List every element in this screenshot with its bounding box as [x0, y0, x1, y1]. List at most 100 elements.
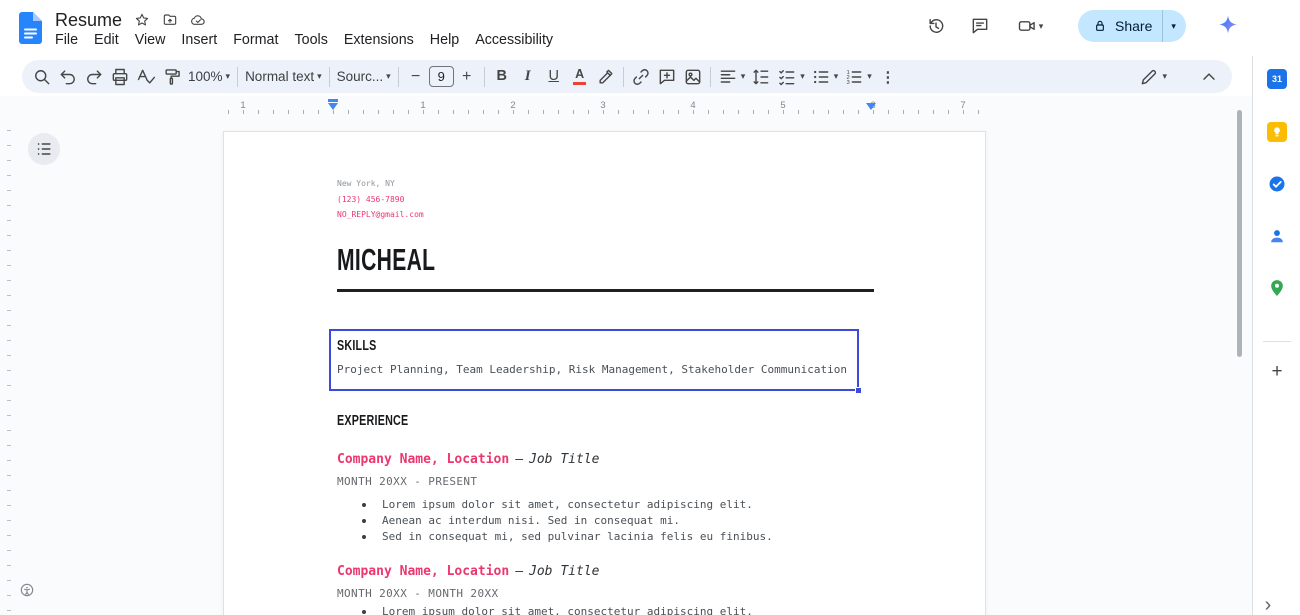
share-dropdown-button[interactable]: ▾ [1163, 10, 1186, 42]
hide-menus-button[interactable] [1196, 64, 1222, 90]
tasks-button[interactable] [1266, 173, 1288, 195]
comment-icon [972, 18, 988, 34]
image-icon [685, 69, 701, 84]
toolbar-separator [328, 66, 330, 87]
underline-button[interactable]: U [541, 64, 567, 90]
comments-button[interactable] [962, 8, 998, 44]
company-name[interactable]: Company Name, Location [337, 452, 509, 467]
job-title[interactable]: Job Title [529, 452, 599, 467]
font-family-select[interactable]: Sourc... ▾ [334, 64, 394, 90]
left-indent-marker[interactable] [328, 99, 338, 110]
line-spacing-button[interactable] [748, 64, 774, 90]
job-dates[interactable]: MONTH 20XX - PRESENT [337, 475, 477, 488]
spellcheck-icon [137, 69, 156, 84]
document-status-button[interactable] [190, 12, 206, 28]
insert-link-button[interactable] [628, 64, 654, 90]
meet-button[interactable]: ▾ [1006, 8, 1054, 44]
menu-file[interactable]: File [47, 29, 86, 51]
horizontal-ruler[interactable]: 1 1 2 3 4 5 6 7 [0, 99, 1252, 114]
maps-button[interactable] [1266, 277, 1288, 299]
menu-edit[interactable]: Edit [86, 29, 127, 51]
skills-heading[interactable]: SKILLS [337, 338, 722, 354]
company-name[interactable]: Company Name, Location [337, 564, 509, 579]
contact-block[interactable]: New York, NY (123) 456-7890 NO_REPLY@gma… [337, 176, 424, 223]
paragraph-style-select[interactable]: Normal text ▾ [242, 64, 325, 90]
resume-name-heading[interactable]: MICHEAL [337, 242, 435, 278]
get-add-ons-button[interactable]: + [1266, 360, 1288, 382]
bullet-item[interactable]: Lorem ipsum dolor sit amet, consectetur … [361, 497, 773, 513]
cloud-saved-icon [191, 15, 205, 25]
selection-box[interactable]: SKILLS Project Planning, Team Leadership… [329, 329, 862, 394]
add-comment-button[interactable] [654, 64, 680, 90]
increase-font-size-button[interactable]: + [454, 64, 480, 90]
toolbar: 100% ▾ Normal text ▾ Sourc... ▾ − 9 + B … [22, 60, 1232, 93]
document-page[interactable]: New York, NY (123) 456-7890 NO_REPLY@gma… [223, 131, 986, 615]
more-options-button[interactable]: ⋮ [875, 64, 901, 90]
spell-check-button[interactable] [133, 64, 159, 90]
job-heading[interactable]: Company Name, Location — Job Title [337, 452, 599, 468]
bullet-item[interactable]: Sed in consequat mi, sed pulvinar lacini… [361, 529, 773, 545]
menu-accessibility[interactable]: Accessibility [467, 29, 561, 51]
contacts-button[interactable] [1266, 225, 1288, 247]
paint-format-button[interactable] [159, 64, 185, 90]
contact-phone[interactable]: (123) 456-7890 [337, 192, 424, 208]
bold-button[interactable]: B [489, 64, 515, 90]
text-color-button[interactable]: A [567, 64, 593, 90]
hide-side-panel-button[interactable]: › [1257, 594, 1279, 615]
numbered-list-select[interactable]: 1 2 3 ▾ [841, 64, 875, 90]
redo-button[interactable] [81, 64, 107, 90]
vertical-scrollbar[interactable] [1237, 110, 1242, 357]
checklist-select[interactable]: ▾ [774, 64, 808, 90]
selection-resize-handle[interactable] [855, 387, 862, 394]
menu-extensions[interactable]: Extensions [336, 29, 422, 51]
move-button[interactable] [162, 12, 178, 28]
align-select[interactable]: ▾ [715, 64, 749, 90]
plus-icon: + [462, 67, 472, 85]
bullet-item[interactable]: Lorem ipsum dolor sit amet, consectetur … [361, 604, 753, 615]
toolbar-separator [237, 66, 239, 87]
decrease-font-size-button[interactable]: − [403, 64, 429, 90]
editing-mode-select[interactable]: ▾ [1136, 64, 1170, 90]
vertical-ruler[interactable] [0, 118, 14, 615]
contact-email[interactable]: NO_REPLY@gmail.com [337, 207, 424, 223]
menu-help[interactable]: Help [422, 29, 467, 51]
numbered-list-icon: 1 2 3 [847, 70, 862, 86]
calendar-button[interactable]: 31 [1266, 68, 1288, 90]
menu-view[interactable]: View [127, 29, 174, 51]
menu-insert[interactable]: Insert [173, 29, 225, 51]
menu-format[interactable]: Format [225, 29, 286, 51]
highlight-color-button[interactable] [593, 64, 619, 90]
tasks-icon [1269, 176, 1285, 192]
version-history-button[interactable] [918, 8, 954, 44]
bulleted-list-select[interactable]: ▾ [808, 64, 842, 90]
show-outline-button[interactable] [28, 133, 60, 165]
gemini-button[interactable] [1210, 8, 1246, 44]
ruler-number: 5 [780, 100, 786, 111]
font-size-input[interactable]: 9 [428, 66, 454, 87]
bullet-item[interactable]: Aenean ac interdum nisi. Sed in consequa… [361, 513, 773, 529]
skills-text[interactable]: Project Planning, Team Leadership, Risk … [337, 363, 857, 376]
right-indent-marker[interactable] [866, 103, 876, 110]
print-button[interactable] [107, 64, 133, 90]
accessibility-button[interactable] [16, 579, 38, 601]
undo-button[interactable] [55, 64, 81, 90]
experience-heading[interactable]: EXPERIENCE [337, 413, 408, 429]
folder-move-icon [163, 14, 177, 25]
share-button[interactable]: Share [1078, 10, 1162, 42]
insert-image-button[interactable] [680, 64, 706, 90]
search-menus-button[interactable] [29, 64, 55, 90]
job-dates[interactable]: MONTH 20XX - MONTH 20XX [337, 587, 499, 600]
job-title[interactable]: Job Title [529, 564, 599, 579]
document-title[interactable]: Resume [55, 10, 122, 31]
header-actions: ▾ Share ▾ [918, 7, 1246, 45]
star-button[interactable] [134, 12, 150, 28]
keep-button[interactable] [1266, 121, 1288, 143]
docs-logo-icon[interactable] [17, 11, 44, 45]
italic-button[interactable]: I [515, 64, 541, 90]
menu-tools[interactable]: Tools [286, 29, 335, 51]
zoom-select[interactable]: 100% ▾ [185, 64, 233, 90]
job-heading[interactable]: Company Name, Location — Job Title [337, 564, 599, 580]
contact-city[interactable]: New York, NY [337, 176, 424, 192]
toolbar-separator [709, 66, 711, 87]
minus-icon: − [411, 67, 421, 85]
